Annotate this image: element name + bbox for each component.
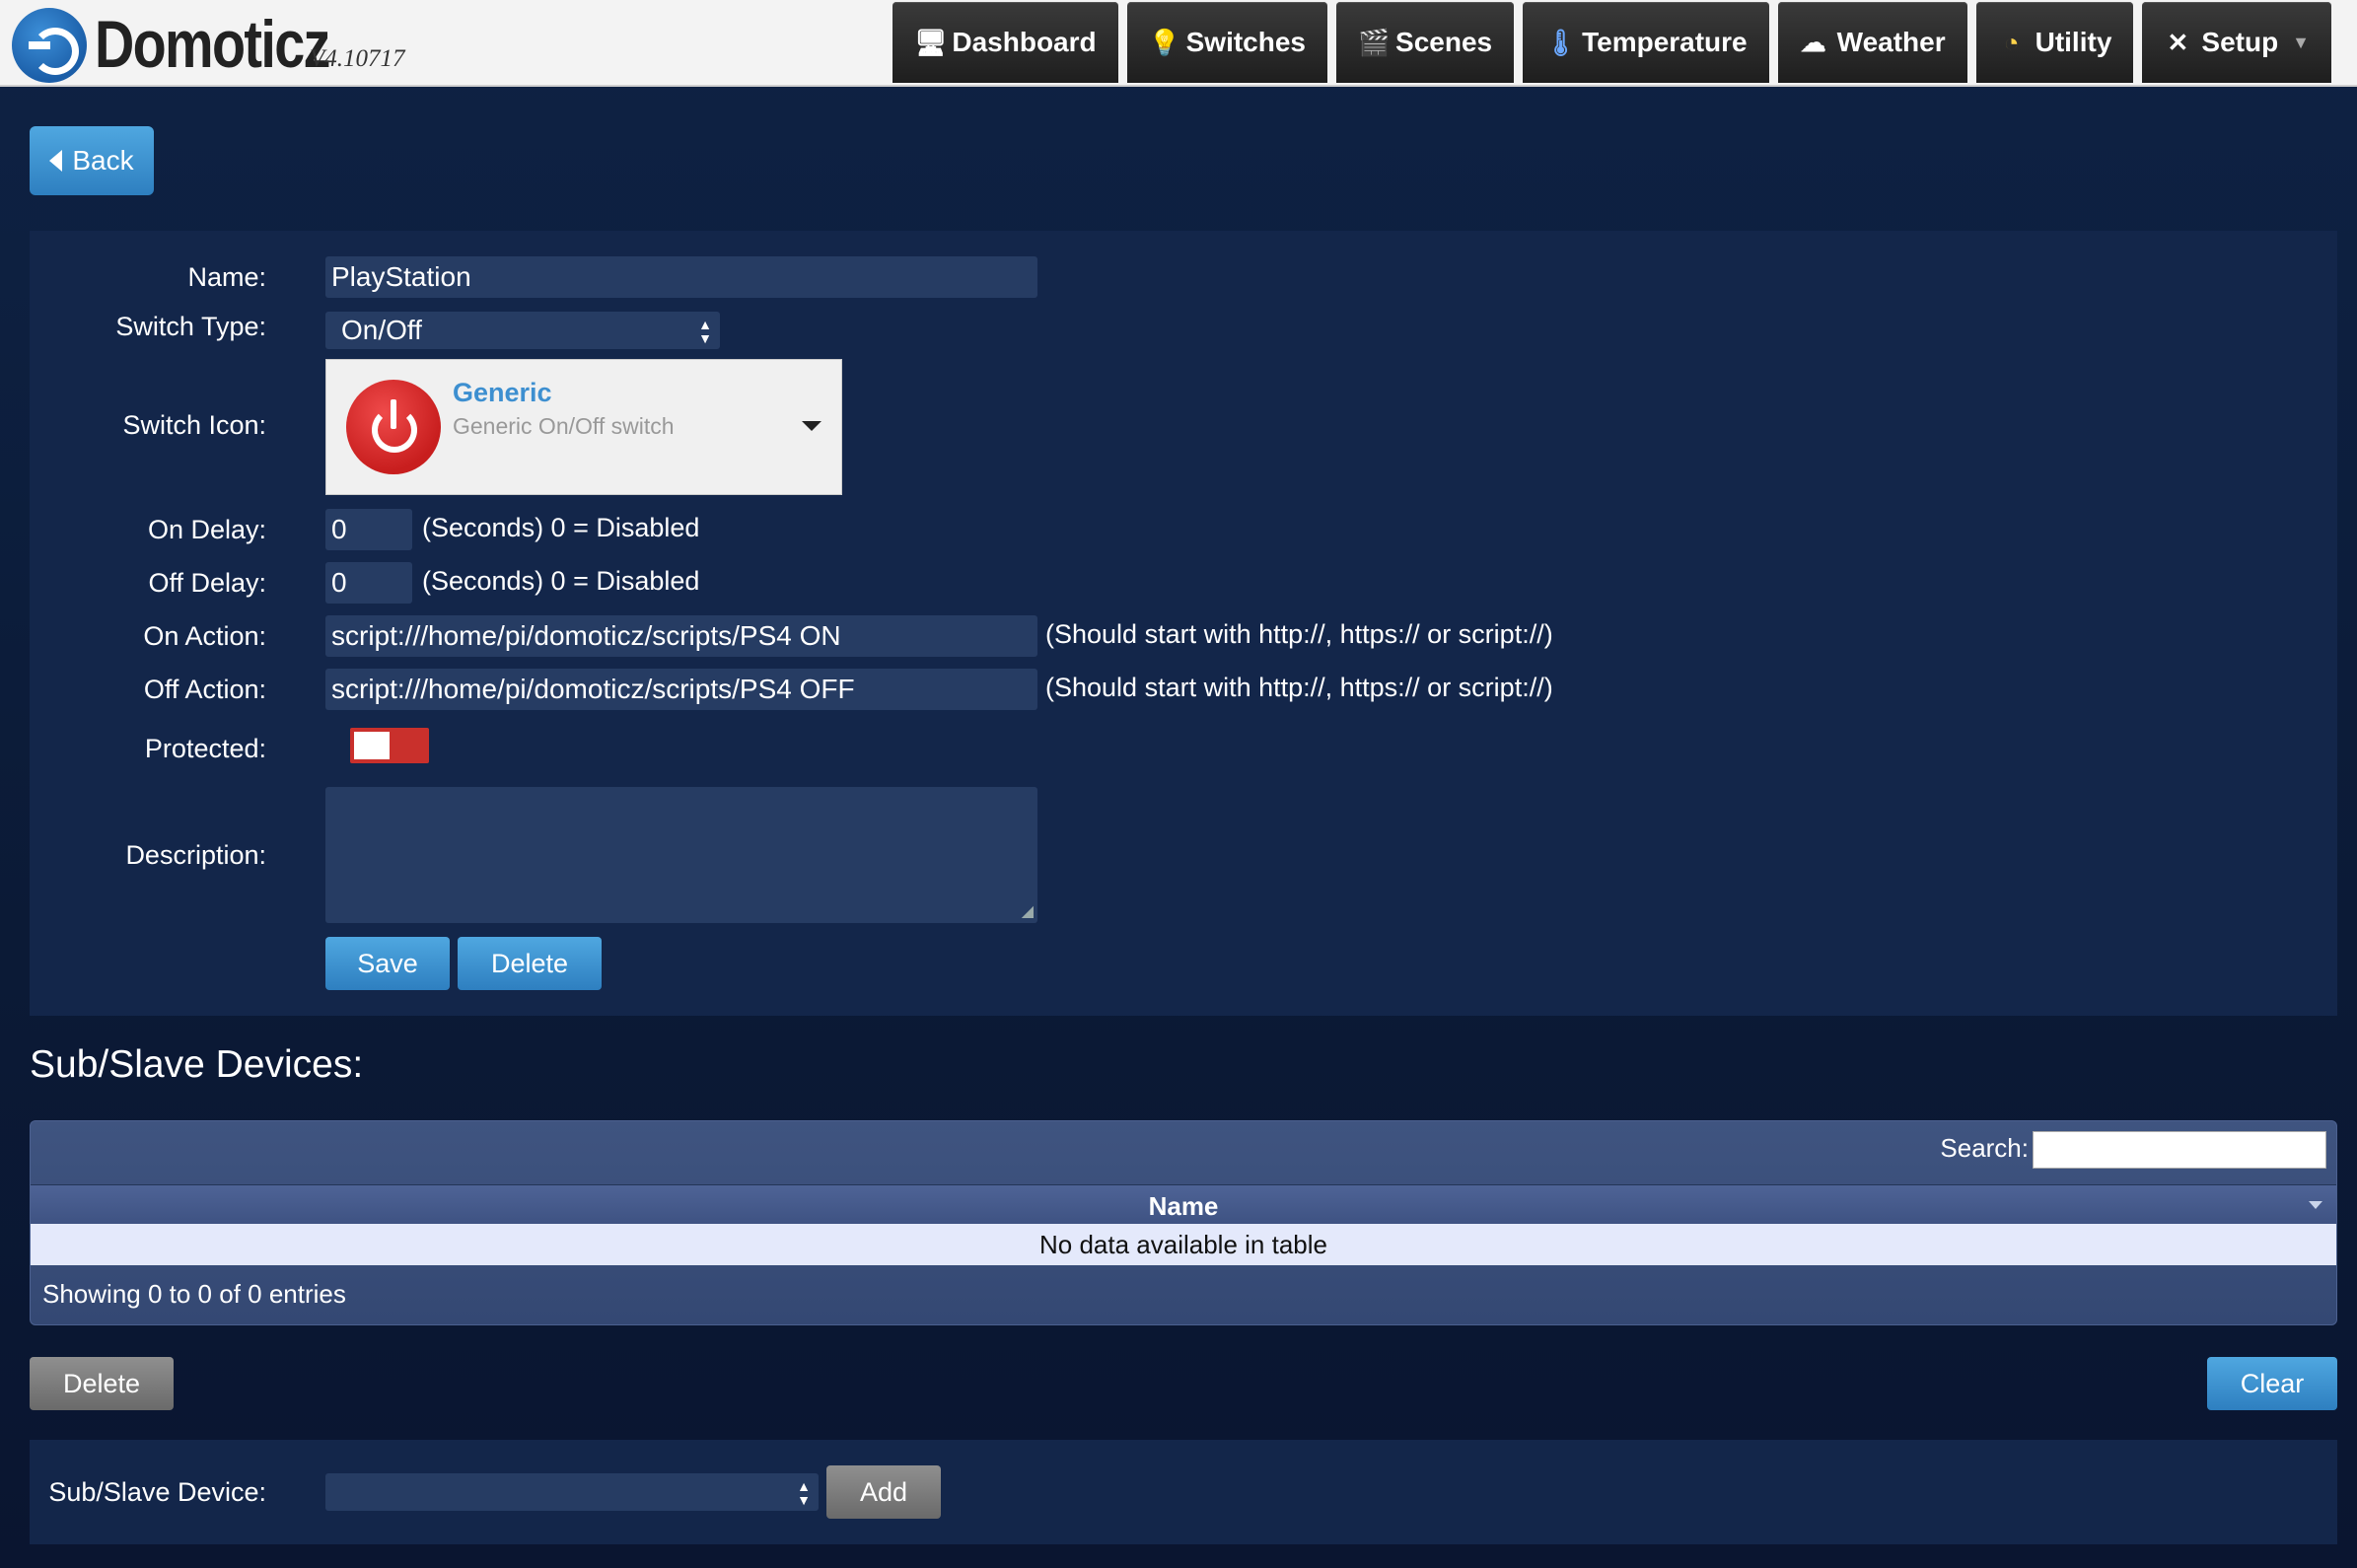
- back-label: Back: [72, 145, 134, 176]
- resize-handle-icon[interactable]: ◢: [1022, 901, 1034, 921]
- subslave-device-label: Sub/Slave Device:: [48, 1477, 266, 1507]
- off-action-field[interactable]: script:///home/pi/domoticz/scripts/PS4 O…: [325, 669, 1037, 710]
- off-delay-hint: (Seconds) 0 = Disabled: [422, 566, 700, 596]
- off-action-hint: (Should start with http://, https:// or …: [1045, 673, 1553, 702]
- switch-icon-select[interactable]: Generic Generic On/Off switch: [325, 359, 842, 495]
- on-delay-value: 0: [331, 514, 347, 544]
- add-label: Add: [859, 1476, 908, 1507]
- off-action-value: script:///home/pi/domoticz/scripts/PS4 O…: [331, 674, 855, 704]
- tab-label: Weather: [1836, 27, 1946, 57]
- column-name-label: Name: [1148, 1191, 1219, 1221]
- tab-switches[interactable]: 💡 Switches: [1126, 2, 1328, 83]
- chevron-down-icon: [802, 421, 821, 431]
- domoticz-logo-icon: [12, 8, 87, 83]
- switch-type-value: On/Off: [341, 315, 422, 345]
- search-input[interactable]: [2033, 1131, 2326, 1169]
- off-delay-label: Off Delay:: [148, 568, 266, 598]
- delete-device-button[interactable]: Delete: [458, 937, 602, 990]
- device-edit-form: Name: PlayStation Switch Type: On/Off ▲ ▼…: [30, 231, 2337, 1016]
- delete-subslave-label: Delete: [62, 1368, 141, 1398]
- switch-icon-label: Switch Icon:: [122, 410, 266, 440]
- switch-type-select[interactable]: On/Off ▲ ▼: [325, 312, 720, 349]
- icon-subtitle: Generic On/Off switch: [453, 413, 675, 439]
- add-button[interactable]: Add: [826, 1465, 941, 1519]
- delete-subslave-button[interactable]: Delete: [30, 1357, 174, 1410]
- thermometer-icon: 🌡: [1544, 27, 1578, 57]
- name-label: Name:: [187, 262, 266, 292]
- table-info: Showing 0 to 0 of 0 entries: [42, 1279, 346, 1309]
- tab-label: Scenes: [1395, 27, 1493, 57]
- tab-scenes[interactable]: 🎬 Scenes: [1336, 2, 1515, 83]
- clapper-icon: 🎬: [1358, 27, 1391, 57]
- monitor-icon: 🖥: [914, 27, 948, 57]
- sort-icon: [2309, 1201, 2322, 1209]
- name-field[interactable]: PlayStation: [325, 256, 1037, 298]
- add-subslave-panel: Sub/Slave Device: ▲ ▼ Add: [30, 1440, 2337, 1544]
- tab-label: Dashboard: [952, 27, 1097, 57]
- app-version: V4.10717: [310, 45, 405, 72]
- tab-label: Temperature: [1582, 27, 1748, 57]
- tab-weather[interactable]: ☁ Weather: [1777, 2, 1967, 83]
- column-header-name[interactable]: Name: [31, 1184, 2336, 1225]
- on-delay-hint: (Seconds) 0 = Disabled: [422, 513, 700, 542]
- tab-label: Setup: [2201, 27, 2279, 57]
- on-action-label: On Action:: [143, 621, 266, 651]
- gauge-icon: ◔: [2003, 27, 2020, 57]
- tab-label: Switches: [1185, 27, 1307, 57]
- select-arrows-icon: ▲ ▼: [797, 1478, 811, 1508]
- switch-type-label: Switch Type:: [115, 312, 266, 341]
- on-delay-field[interactable]: 0: [325, 509, 412, 550]
- name-value: PlayStation: [331, 261, 471, 292]
- protected-label: Protected:: [144, 734, 266, 763]
- on-action-field[interactable]: script:///home/pi/domoticz/scripts/PS4 O…: [325, 615, 1037, 657]
- on-delay-label: On Delay:: [147, 515, 266, 544]
- table-empty-row: No data available in table: [31, 1224, 2336, 1265]
- tab-dashboard[interactable]: 🖥 Dashboard: [893, 2, 1118, 83]
- tools-icon: ✕: [2167, 27, 2189, 57]
- on-action-hint: (Should start with http://, https:// or …: [1045, 619, 1553, 649]
- toggle-knob: [354, 732, 390, 759]
- back-button[interactable]: Back: [30, 126, 154, 195]
- protected-toggle[interactable]: [350, 728, 429, 763]
- tab-setup[interactable]: ✕ Setup ▼: [2142, 2, 2331, 83]
- on-action-value: script:///home/pi/domoticz/scripts/PS4 O…: [331, 620, 841, 651]
- chevron-down-icon: ▼: [2292, 32, 2310, 52]
- off-delay-field[interactable]: 0: [325, 562, 412, 604]
- clear-button[interactable]: Clear: [2207, 1357, 2337, 1410]
- icon-title: Generic: [453, 378, 552, 407]
- save-label: Save: [357, 948, 418, 978]
- top-header: Domoticz V4.10717 🖥 Dashboard 💡 Switches…: [0, 0, 2357, 87]
- description-label: Description:: [125, 840, 266, 870]
- back-arrow-icon: [49, 150, 63, 172]
- tab-temperature[interactable]: 🌡 Temperature: [1523, 2, 1769, 83]
- save-button[interactable]: Save: [325, 937, 450, 990]
- off-delay-value: 0: [331, 567, 347, 598]
- cloud-icon: ☁: [1800, 27, 1826, 57]
- clear-label: Clear: [2240, 1368, 2305, 1398]
- tab-utility[interactable]: ◔ Utility: [1975, 2, 2134, 83]
- description-textarea[interactable]: ◢: [325, 787, 1037, 923]
- power-icon: [346, 380, 441, 474]
- select-arrows-icon: ▲ ▼: [698, 317, 712, 346]
- main-nav: 🖥 Dashboard 💡 Switches 🎬 Scenes 🌡 Temper…: [893, 2, 2331, 83]
- off-action-label: Off Action:: [143, 675, 266, 704]
- delete-label: Delete: [490, 948, 569, 978]
- subslave-table: Search: Name No data available in table …: [30, 1120, 2337, 1325]
- app-name: Domoticz: [95, 7, 330, 82]
- subslave-device-select[interactable]: ▲ ▼: [325, 1473, 819, 1511]
- subslave-title: Sub/Slave Devices:: [30, 1043, 364, 1086]
- search-label: Search:: [1940, 1133, 2029, 1163]
- tab-label: Utility: [2035, 27, 2112, 57]
- bulb-icon: 💡: [1148, 27, 1180, 57]
